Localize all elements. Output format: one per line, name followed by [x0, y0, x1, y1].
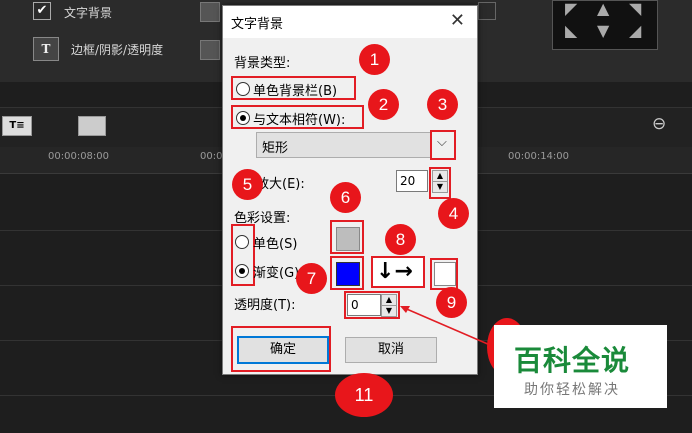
watermark-title: 百科全说 — [514, 344, 631, 377]
badge-5: 5 — [232, 169, 263, 200]
badge-2: 2 — [368, 89, 399, 120]
badge-9: 9 — [436, 287, 467, 318]
watermark: 百科全说 助你轻松解决 — [494, 325, 667, 408]
badge-4: 4 — [438, 198, 469, 229]
badge-7: 7 — [296, 263, 327, 294]
watermark-subtitle: 助你轻松解决 — [524, 382, 620, 398]
badge-6: 6 — [330, 182, 361, 213]
badge-8: 8 — [385, 224, 416, 255]
badge-3: 3 — [427, 89, 458, 120]
badge-1: 1 — [359, 44, 390, 75]
badge-11: 11 — [335, 373, 393, 417]
